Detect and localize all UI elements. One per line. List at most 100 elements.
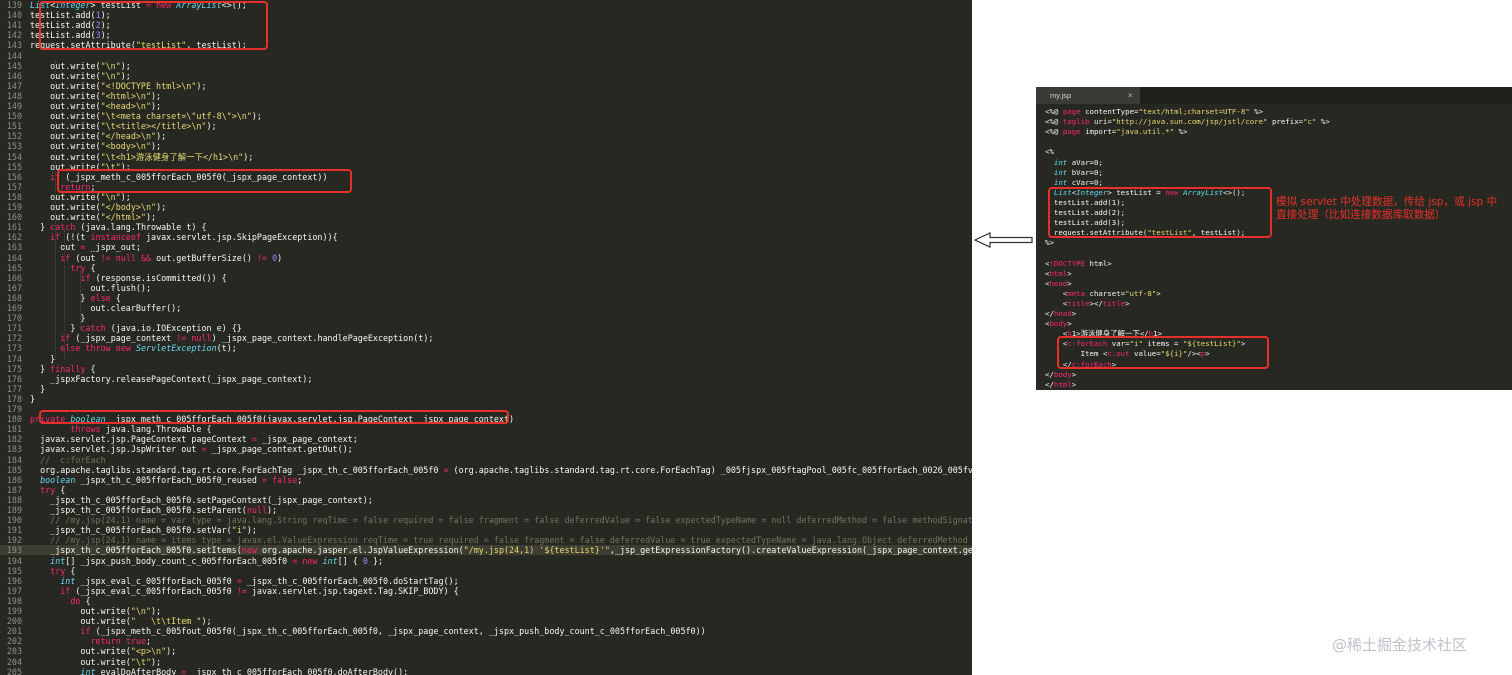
code-line[interactable]: 178} bbox=[0, 394, 972, 404]
code-line[interactable]: 163 out = _jspx_out; bbox=[0, 242, 972, 252]
code-text: } bbox=[30, 313, 86, 324]
code-line[interactable]: 166 if (response.isCommitted()) { bbox=[0, 273, 972, 283]
line-number: 177 bbox=[6, 383, 22, 394]
code-line[interactable]: 202 return true; bbox=[0, 636, 972, 646]
code-text: if (!(t instanceof javax.servlet.jsp.Ski… bbox=[50, 232, 338, 243]
code-line[interactable]: 148 out.write("<html>\n"); bbox=[0, 91, 972, 101]
code-text: int[] _jspx_push_body_count_c_005fforEac… bbox=[50, 555, 384, 566]
code-line[interactable]: 174 } bbox=[0, 354, 972, 364]
line-number: 150 bbox=[6, 111, 22, 122]
code-line[interactable]: 191 _jspx_th_c_005fforEach_005f0.setVar(… bbox=[0, 525, 972, 535]
code-line[interactable]: 171 } catch (java.io.IOException e) {} bbox=[0, 323, 972, 333]
code-line[interactable]: 188 _jspx_th_c_005fforEach_005f0.setPage… bbox=[0, 495, 972, 505]
code-line[interactable]: 189 _jspx_th_c_005fforEach_005f0.setPare… bbox=[0, 505, 972, 515]
code-line[interactable]: 173 else throw new ServletException(t); bbox=[0, 343, 972, 353]
left-arrow-icon bbox=[973, 232, 1033, 248]
code-line[interactable]: 175 } finally { bbox=[0, 364, 972, 374]
code-line[interactable]: 193 _jspx_th_c_005fforEach_005f0.setItem… bbox=[0, 545, 972, 556]
code-line[interactable]: 144 bbox=[0, 51, 972, 61]
code-line[interactable]: 152 out.write("</head>\n"); bbox=[0, 131, 972, 141]
code-line[interactable]: 147 out.write("<!DOCTYPE html>\n"); bbox=[0, 81, 972, 91]
code-text: out.write("\t<title></title>\n"); bbox=[30, 121, 217, 132]
code-line[interactable]: 150 out.write("\t<meta charset=\"utf-8\"… bbox=[0, 111, 972, 121]
code-line[interactable]: 161 } catch (java.lang.Throwable t) { bbox=[0, 222, 972, 232]
jsp-code-line: </body> bbox=[1045, 369, 1077, 379]
code-line[interactable]: 146 out.write("\n"); bbox=[0, 71, 972, 81]
code-text: } bbox=[30, 353, 56, 364]
line-number: 162 bbox=[6, 232, 22, 243]
code-line[interactable]: 177 } bbox=[0, 384, 972, 394]
jsp-code-line: <title></title> bbox=[1045, 298, 1130, 308]
code-text: out.write("<head>\n"); bbox=[30, 101, 162, 111]
line-number: 183 bbox=[6, 444, 22, 455]
line-number: 161 bbox=[6, 222, 22, 233]
code-line[interactable]: 197 if (_jspx_eval_c_005fforEach_005f0 !… bbox=[0, 586, 972, 596]
code-line[interactable]: 160 out.write("</html>"); bbox=[0, 212, 972, 222]
code-text: _jspx_th_c_005fforEach_005f0.setItems(ne… bbox=[30, 545, 972, 556]
code-line[interactable]: 186 boolean _jspx_th_c_005fforEach_005f0… bbox=[0, 475, 972, 485]
indent-guide bbox=[55, 60, 56, 360]
left-code-editor[interactable]: 139 List<Integer> testList = new ArrayLis… bbox=[0, 0, 972, 675]
code-line[interactable]: 154 out.write("\t<h1>游泳健身了解一下</h1>\n"); bbox=[0, 152, 972, 162]
code-line[interactable]: 204 out.write("\t"); bbox=[0, 657, 972, 667]
code-line[interactable]: 172 if (_jspx_page_context != null) _jsp… bbox=[0, 333, 972, 343]
code-line[interactable]: 153 out.write("<body>\n"); bbox=[0, 141, 972, 151]
code-line[interactable]: 203 out.write("<p>\n"); bbox=[0, 646, 972, 656]
line-number: 196 bbox=[6, 575, 22, 586]
code-line[interactable]: 182 javax.servlet.jsp.PageContext pageCo… bbox=[0, 434, 972, 444]
code-text: out.write("\t<meta charset=\"utf-8\">\n"… bbox=[30, 111, 262, 122]
code-line[interactable]: 184 // c:forEach bbox=[0, 455, 972, 465]
code-line[interactable]: 183 javax.servlet.jsp.JspWriter out = _j… bbox=[0, 444, 972, 454]
tab-my-jsp[interactable]: my.jsp × bbox=[1036, 87, 1140, 104]
code-text: try { bbox=[70, 262, 96, 273]
jsp-code-line: int bVar=0; bbox=[1053, 167, 1103, 177]
line-number: 149 bbox=[6, 101, 22, 111]
code-line[interactable]: 194 int[] _jspx_push_body_count_c_005ffo… bbox=[0, 556, 972, 566]
code-text: out.write("\n"); bbox=[30, 60, 131, 71]
line-number: 159 bbox=[6, 202, 22, 212]
line-number: 166 bbox=[6, 272, 22, 283]
code-line[interactable]: 199 out.write("\n"); bbox=[0, 606, 972, 616]
code-line[interactable]: 168 } else { bbox=[0, 293, 972, 303]
code-line[interactable]: 176 _jspxFactory.releasePageContext(_jsp… bbox=[0, 374, 972, 384]
line-number: 155 bbox=[6, 161, 22, 172]
line-number: 174 bbox=[6, 353, 22, 364]
code-line[interactable]: 151 out.write("\t<title></title>\n"); bbox=[0, 121, 972, 131]
code-text: out.write("\n"); bbox=[30, 191, 131, 202]
code-line[interactable]: 149 out.write("<head>\n"); bbox=[0, 101, 972, 111]
close-icon[interactable]: × bbox=[1128, 87, 1133, 104]
jsp-code-line: <% bbox=[1045, 147, 1054, 157]
highlight-box bbox=[57, 169, 352, 193]
code-text: _jspx_th_c_005fforEach_005f0.setVar("i")… bbox=[30, 525, 257, 536]
jsp-code-line: <head> bbox=[1045, 278, 1072, 288]
code-line[interactable]: 196 int _jspx_eval_c_005fforEach_005f0 =… bbox=[0, 576, 972, 586]
code-line[interactable]: 159 out.write("</body>\n"); bbox=[0, 202, 972, 212]
code-line[interactable]: 162 if (!(t instanceof javax.servlet.jsp… bbox=[0, 232, 972, 242]
code-line[interactable]: 190 // /my.jsp(24,1) name = var type = j… bbox=[0, 515, 972, 525]
code-line[interactable]: 167 out.flush(); bbox=[0, 283, 972, 293]
code-line[interactable]: 145 out.write("\n"); bbox=[0, 61, 972, 71]
code-line[interactable]: 170 } bbox=[0, 313, 972, 323]
right-code-editor[interactable]: my.jsp × <%@ page contentType="text/html… bbox=[1036, 87, 1512, 390]
code-line[interactable]: 164 if (out != null && out.getBufferSize… bbox=[0, 253, 972, 263]
code-line[interactable]: 200 out.write(" \t\tItem "); bbox=[0, 616, 972, 626]
code-line[interactable]: 169 out.clearBuffer(); bbox=[0, 303, 972, 313]
code-text: org.apache.taglibs.standard.tag.rt.core.… bbox=[30, 464, 972, 475]
line-number: 154 bbox=[6, 151, 22, 162]
code-line[interactable]: 187 try { bbox=[0, 485, 972, 495]
code-line[interactable]: 185 org.apache.taglibs.standard.tag.rt.c… bbox=[0, 465, 972, 475]
code-line[interactable]: 195 try { bbox=[0, 566, 972, 576]
code-text: try { bbox=[40, 484, 66, 495]
highlight-box bbox=[39, 1, 268, 50]
code-line[interactable]: 198 do { bbox=[0, 596, 972, 606]
code-line[interactable]: 205 int evalDoAfterBody = _jspx_th_c_005… bbox=[0, 667, 972, 675]
code-line[interactable]: 192 // /my.jsp(24,1) name = items type =… bbox=[0, 535, 972, 545]
line-number: 148 bbox=[6, 90, 22, 101]
code-line[interactable]: 181 throws java.lang.Throwable { bbox=[0, 424, 972, 434]
code-line[interactable]: 165 try { bbox=[0, 263, 972, 273]
line-number: 185 bbox=[6, 464, 22, 475]
code-line[interactable]: 201 if (_jspx_meth_c_005fout_005f0(_jspx… bbox=[0, 626, 972, 636]
code-text: out.clearBuffer(); bbox=[30, 303, 182, 313]
code-line[interactable]: 158 out.write("\n"); bbox=[0, 192, 972, 202]
line-number: 201 bbox=[6, 626, 22, 637]
